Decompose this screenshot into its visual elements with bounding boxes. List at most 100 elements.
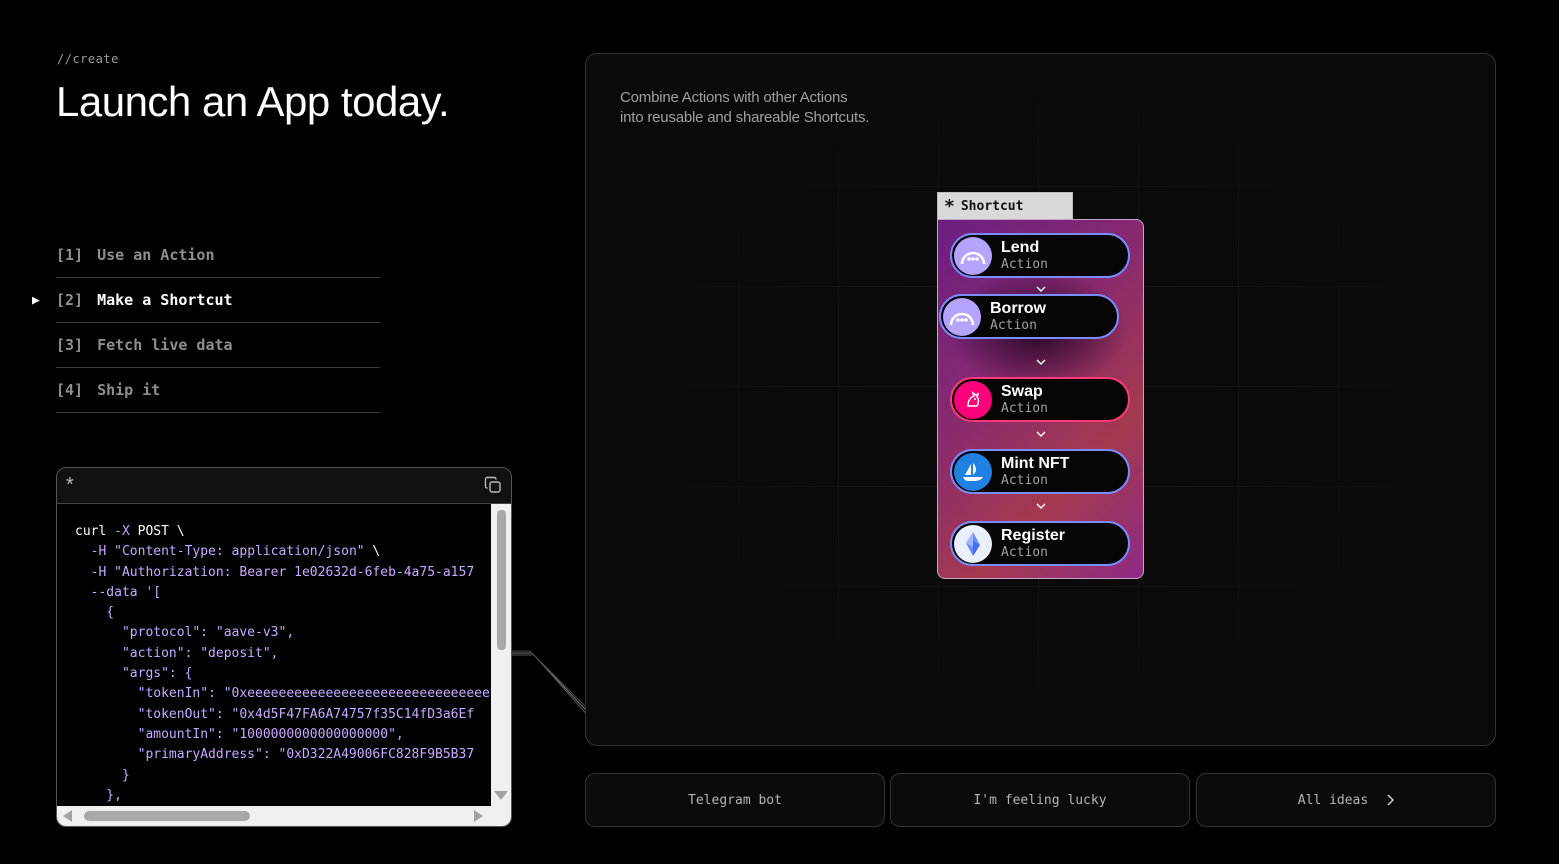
code-token: "Authorization: Bearer 1e02632d-6feb-4a7… bbox=[114, 564, 475, 580]
action-name: Swap bbox=[1001, 382, 1043, 400]
code-token: curl bbox=[75, 524, 115, 539]
step-fetch-live-data[interactable]: [3] Fetch live data bbox=[56, 323, 380, 368]
action-type: Action bbox=[990, 317, 1037, 333]
scroll-right-arrow-icon[interactable] bbox=[474, 810, 483, 822]
code-token: POST \ bbox=[129, 524, 185, 539]
telegram-bot-button[interactable]: Telegram bot bbox=[585, 773, 885, 827]
code-token: --data bbox=[75, 584, 146, 600]
code-line: "tokenIn": "0xeeeeeeeeeeeeeeeeeeeeeeeeee… bbox=[75, 684, 491, 704]
chevron-right-icon bbox=[1387, 794, 1395, 806]
code-token: { bbox=[75, 605, 115, 621]
step-use-action[interactable]: [1] Use an Action bbox=[56, 233, 380, 278]
play-triangle-icon: ▶ bbox=[32, 292, 40, 308]
code-snippet-panel: * curl -X POST \ -H "Content-Type: appli… bbox=[56, 467, 512, 827]
copy-icon[interactable] bbox=[484, 476, 502, 494]
code-line: "protocol": "aave-v3", bbox=[75, 623, 491, 643]
action-name: Register bbox=[1001, 526, 1066, 544]
code-line: }, bbox=[75, 786, 491, 806]
scroll-left-arrow-icon[interactable] bbox=[63, 810, 72, 822]
chevron-down-icon bbox=[1036, 431, 1046, 437]
code-line: curl -X POST \ bbox=[75, 522, 491, 542]
button-label: I'm feeling lucky bbox=[973, 792, 1107, 808]
code-token: }, bbox=[75, 787, 122, 803]
step-ship-it[interactable]: [4] Ship it bbox=[56, 368, 380, 413]
aave-ghost-icon bbox=[954, 236, 992, 275]
aave-ghost-icon bbox=[943, 297, 981, 336]
chevron-down-icon bbox=[1036, 286, 1046, 292]
step-number: [2] bbox=[56, 291, 84, 309]
step-label: Ship it bbox=[97, 381, 161, 399]
scroll-down-arrow-icon[interactable] bbox=[494, 791, 508, 800]
code-token: -X bbox=[114, 524, 130, 539]
code-token: "action": "deposit", bbox=[75, 645, 279, 661]
vertical-scrollbar[interactable] bbox=[491, 504, 511, 806]
action-pill-mint-nft[interactable]: Mint NFT Action bbox=[950, 449, 1130, 494]
code-token: "Content-Type: application/json" bbox=[114, 544, 365, 560]
code-content[interactable]: curl -X POST \ -H "Content-Type: applica… bbox=[57, 504, 491, 806]
all-ideas-button[interactable]: All ideas bbox=[1196, 773, 1496, 827]
code-line: --data '[ bbox=[75, 583, 491, 603]
action-type: Action bbox=[1001, 544, 1048, 560]
ens-icon bbox=[954, 524, 992, 563]
step-label: Fetch live data bbox=[97, 336, 233, 354]
caption-line: into reusable and shareable Shortcuts. bbox=[620, 109, 870, 126]
action-name: Lend bbox=[1001, 238, 1040, 256]
code-token: -H bbox=[75, 564, 115, 580]
chevron-down-icon bbox=[1036, 503, 1046, 509]
code-line: { bbox=[75, 603, 491, 623]
caption-line: Combine Actions with other Actions bbox=[620, 89, 848, 106]
code-token: '[ bbox=[145, 584, 162, 600]
code-token: "tokenIn": "0xeeeeeeeeeeeeeeeeeeeeeeeeee… bbox=[75, 686, 490, 702]
code-line: "primaryAddress": "0xD322A49006FC828F9B5… bbox=[75, 745, 491, 765]
action-pill-lend[interactable]: Lend Action bbox=[950, 233, 1130, 278]
uniswap-unicorn-icon bbox=[954, 380, 992, 419]
code-token: "amountIn": "1000000000000000000", bbox=[75, 726, 404, 742]
action-pill-borrow[interactable]: Borrow Action bbox=[939, 294, 1119, 339]
code-token: "args": { bbox=[75, 666, 193, 682]
code-token: "tokenOut": "0x4d5F47FA6A74757f35C14fD3a… bbox=[75, 706, 475, 722]
canvas-caption: Combine Actions with other Actions into … bbox=[620, 88, 869, 128]
shortcut-tab: * Shortcut bbox=[937, 192, 1073, 220]
shortcut-canvas: Combine Actions with other Actions into … bbox=[585, 53, 1496, 746]
action-type: Action bbox=[1001, 472, 1048, 488]
step-number: [1] bbox=[56, 246, 84, 264]
code-line: "amountIn": "1000000000000000000", bbox=[75, 725, 491, 745]
button-label: All ideas bbox=[1297, 792, 1369, 808]
action-name: Mint NFT bbox=[1001, 454, 1070, 472]
code-line: "action": "deposit", bbox=[75, 644, 491, 664]
vertical-scroll-thumb[interactable] bbox=[497, 510, 506, 650]
button-label: Telegram bot bbox=[688, 792, 782, 808]
step-label: Use an Action bbox=[97, 246, 215, 264]
step-number: [3] bbox=[56, 336, 84, 354]
code-line: "tokenOut": "0x4d5F47FA6A74757f35C14fD3a… bbox=[75, 705, 491, 725]
action-name: Borrow bbox=[990, 299, 1046, 317]
action-type: Action bbox=[1001, 400, 1048, 416]
action-pill-register[interactable]: Register Action bbox=[950, 521, 1130, 566]
opensea-boat-icon bbox=[954, 452, 992, 491]
code-line: } bbox=[75, 766, 491, 786]
asterisk-icon: * bbox=[944, 195, 955, 217]
chevron-down-icon bbox=[1036, 359, 1046, 365]
feeling-lucky-button[interactable]: I'm feeling lucky bbox=[890, 773, 1190, 827]
code-token: "protocol": "aave-v3", bbox=[75, 625, 295, 641]
code-line: -H "Authorization: Bearer 1e02632d-6feb-… bbox=[75, 563, 491, 583]
code-token: "primaryAddress": "0xD322A49006FC828F9B5… bbox=[75, 747, 475, 763]
section-eyebrow: //create bbox=[57, 52, 119, 66]
code-line: -H "Content-Type: application/json" \ bbox=[75, 542, 491, 562]
action-type: Action bbox=[1001, 256, 1048, 272]
asterisk-icon: * bbox=[66, 474, 74, 496]
page-title: Launch an App today. bbox=[56, 78, 450, 125]
shortcut-label: Shortcut bbox=[960, 199, 1024, 214]
code-token: \ bbox=[364, 544, 381, 560]
shortcut-card: Lend Action Borrow Action Swap Action Mi… bbox=[937, 219, 1144, 579]
code-line: "args": { bbox=[75, 664, 491, 684]
step-label: Make a Shortcut bbox=[97, 291, 233, 309]
horizontal-scrollbar[interactable] bbox=[57, 806, 511, 826]
step-make-shortcut[interactable]: ▶ [2] Make a Shortcut bbox=[32, 278, 380, 323]
action-pill-swap[interactable]: Swap Action bbox=[950, 377, 1130, 422]
step-number: [4] bbox=[56, 381, 84, 399]
code-panel-header: * bbox=[57, 468, 511, 504]
code-token: -H bbox=[75, 544, 115, 560]
steps-list: [1] Use an Action ▶ [2] Make a Shortcut … bbox=[32, 233, 380, 413]
horizontal-scroll-thumb[interactable] bbox=[84, 811, 250, 821]
